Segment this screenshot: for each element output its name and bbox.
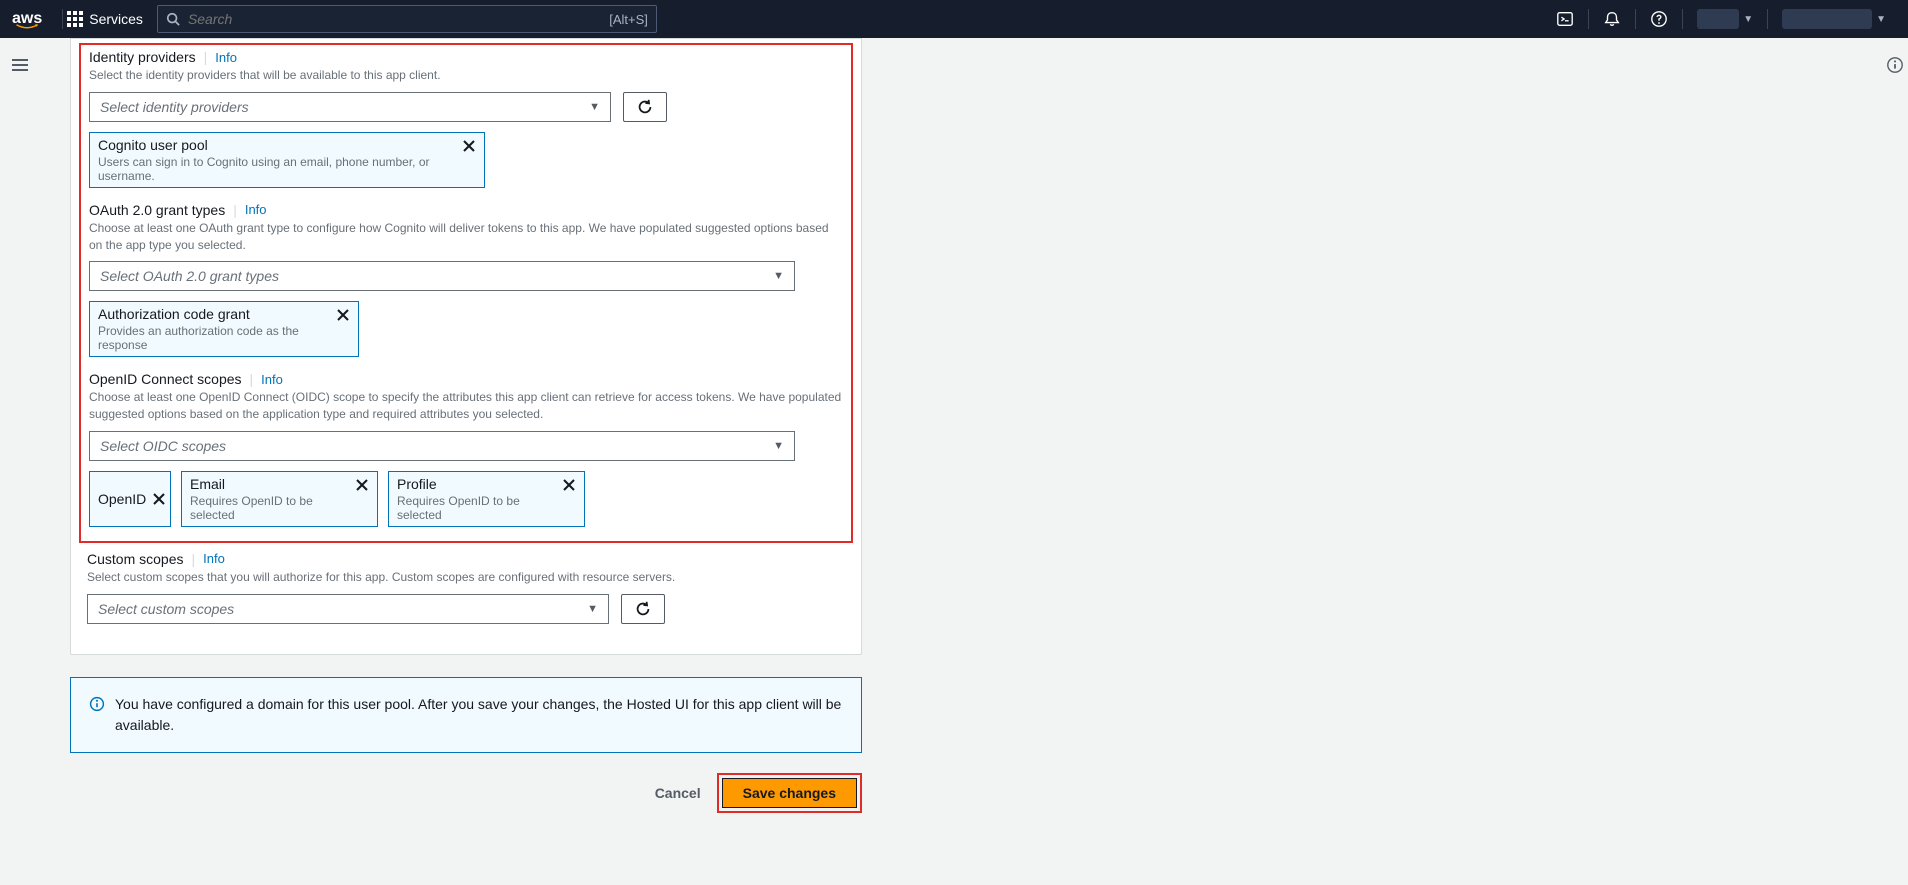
remove-tag-button[interactable] bbox=[336, 308, 350, 322]
info-link[interactable]: Info bbox=[203, 551, 225, 566]
nav-separator bbox=[62, 9, 63, 29]
remove-tag-button[interactable] bbox=[152, 492, 166, 506]
remove-tag-button[interactable] bbox=[355, 478, 369, 492]
info-banner-text: You have configured a domain for this us… bbox=[115, 694, 843, 736]
tag-openid: OpenID bbox=[89, 471, 171, 527]
search-hint: [Alt+S] bbox=[609, 12, 648, 27]
refresh-icon bbox=[636, 98, 654, 116]
section-title: OAuth 2.0 grant types bbox=[89, 202, 225, 218]
info-banner: You have configured a domain for this us… bbox=[70, 677, 862, 753]
section-title: Custom scopes bbox=[87, 551, 183, 567]
identity-providers-dropdown[interactable]: Select identity providers ▼ bbox=[89, 92, 611, 122]
oidc-scopes-dropdown[interactable]: Select OIDC scopes ▼ bbox=[89, 431, 795, 461]
section-description: Select the identity providers that will … bbox=[89, 67, 843, 84]
notifications-icon[interactable] bbox=[1603, 10, 1621, 28]
chevron-down-icon: ▼ bbox=[773, 270, 784, 282]
remove-tag-button[interactable] bbox=[462, 139, 476, 153]
chevron-down-icon: ▼ bbox=[773, 440, 784, 452]
chevron-down-icon: ▼ bbox=[587, 603, 598, 615]
section-description: Choose at least one OAuth grant type to … bbox=[89, 220, 843, 254]
aws-smile-icon bbox=[12, 24, 42, 30]
tag-description: Provides an authorization code as the re… bbox=[98, 324, 328, 352]
dropdown-placeholder: Select custom scopes bbox=[98, 601, 234, 617]
section-description: Choose at least one OpenID Connect (OIDC… bbox=[89, 389, 843, 423]
tag-title: Profile bbox=[397, 476, 554, 492]
remove-tag-button[interactable] bbox=[562, 478, 576, 492]
info-link[interactable]: Info bbox=[245, 202, 267, 217]
tag-email: Email Requires OpenID to be selected bbox=[181, 471, 378, 527]
nav-separator bbox=[1682, 9, 1683, 29]
account-menu[interactable]: ▼ bbox=[1782, 9, 1886, 29]
nav-separator bbox=[1635, 9, 1636, 29]
aws-logo[interactable]: aws bbox=[12, 10, 42, 28]
refresh-button[interactable] bbox=[623, 92, 667, 122]
region-selector[interactable]: ▼ bbox=[1697, 9, 1753, 29]
search-icon bbox=[166, 12, 180, 26]
chevron-down-icon: ▼ bbox=[589, 101, 600, 113]
tag-title: OpenID bbox=[98, 491, 146, 507]
dropdown-placeholder: Select OAuth 2.0 grant types bbox=[100, 268, 279, 284]
search-input[interactable] bbox=[188, 11, 609, 27]
tag-title: Email bbox=[190, 476, 347, 492]
search-box[interactable]: [Alt+S] bbox=[157, 5, 657, 33]
save-changes-button[interactable]: Save changes bbox=[722, 778, 857, 808]
info-panel-toggle[interactable] bbox=[1886, 56, 1904, 74]
hamburger-icon bbox=[12, 56, 28, 74]
custom-scopes-dropdown[interactable]: Select custom scopes ▼ bbox=[87, 594, 609, 624]
info-icon bbox=[89, 696, 105, 736]
nav-separator bbox=[1588, 9, 1589, 29]
services-menu-icon[interactable] bbox=[67, 11, 83, 27]
section-description: Select custom scopes that you will autho… bbox=[87, 569, 845, 586]
nav-separator bbox=[1767, 9, 1768, 29]
tag-profile: Profile Requires OpenID to be selected bbox=[388, 471, 585, 527]
cloudshell-icon[interactable] bbox=[1556, 10, 1574, 28]
tag-title: Authorization code grant bbox=[98, 306, 328, 322]
info-link[interactable]: Info bbox=[261, 372, 283, 387]
grant-types-dropdown[interactable]: Select OAuth 2.0 grant types ▼ bbox=[89, 261, 795, 291]
form-actions: Cancel Save changes bbox=[70, 773, 862, 813]
tag-title: Cognito user pool bbox=[98, 137, 454, 153]
custom-scopes-section: Custom scopes | Info Select custom scope… bbox=[79, 551, 853, 624]
tag-authorization-code-grant: Authorization code grant Provides an aut… bbox=[89, 301, 359, 357]
oidc-scopes-section: OpenID Connect scopes | Info Choose at l… bbox=[89, 371, 843, 527]
section-title: OpenID Connect scopes bbox=[89, 371, 242, 387]
section-title: Identity providers bbox=[89, 49, 196, 65]
sidebar-toggle[interactable] bbox=[0, 38, 40, 843]
tag-description: Requires OpenID to be selected bbox=[190, 494, 347, 522]
cancel-button[interactable]: Cancel bbox=[655, 785, 701, 801]
oauth-grant-types-section: OAuth 2.0 grant types | Info Choose at l… bbox=[89, 202, 843, 358]
hosted-ui-panel: Identity providers | Info Select the ide… bbox=[70, 38, 862, 655]
dropdown-placeholder: Select identity providers bbox=[100, 99, 249, 115]
highlighted-save-region: Save changes bbox=[717, 773, 862, 813]
refresh-button[interactable] bbox=[621, 594, 665, 624]
identity-providers-section: Identity providers | Info Select the ide… bbox=[89, 49, 843, 188]
info-link[interactable]: Info bbox=[215, 50, 237, 65]
refresh-icon bbox=[634, 600, 652, 618]
services-label[interactable]: Services bbox=[89, 11, 143, 27]
tag-cognito-user-pool: Cognito user pool Users can sign in to C… bbox=[89, 132, 485, 188]
help-icon[interactable] bbox=[1650, 10, 1668, 28]
top-nav: aws Services [Alt+S] ▼ ▼ bbox=[0, 0, 1908, 38]
highlighted-settings-region: Identity providers | Info Select the ide… bbox=[79, 43, 853, 543]
dropdown-placeholder: Select OIDC scopes bbox=[100, 438, 226, 454]
tag-description: Requires OpenID to be selected bbox=[397, 494, 554, 522]
tag-description: Users can sign in to Cognito using an em… bbox=[98, 155, 454, 183]
